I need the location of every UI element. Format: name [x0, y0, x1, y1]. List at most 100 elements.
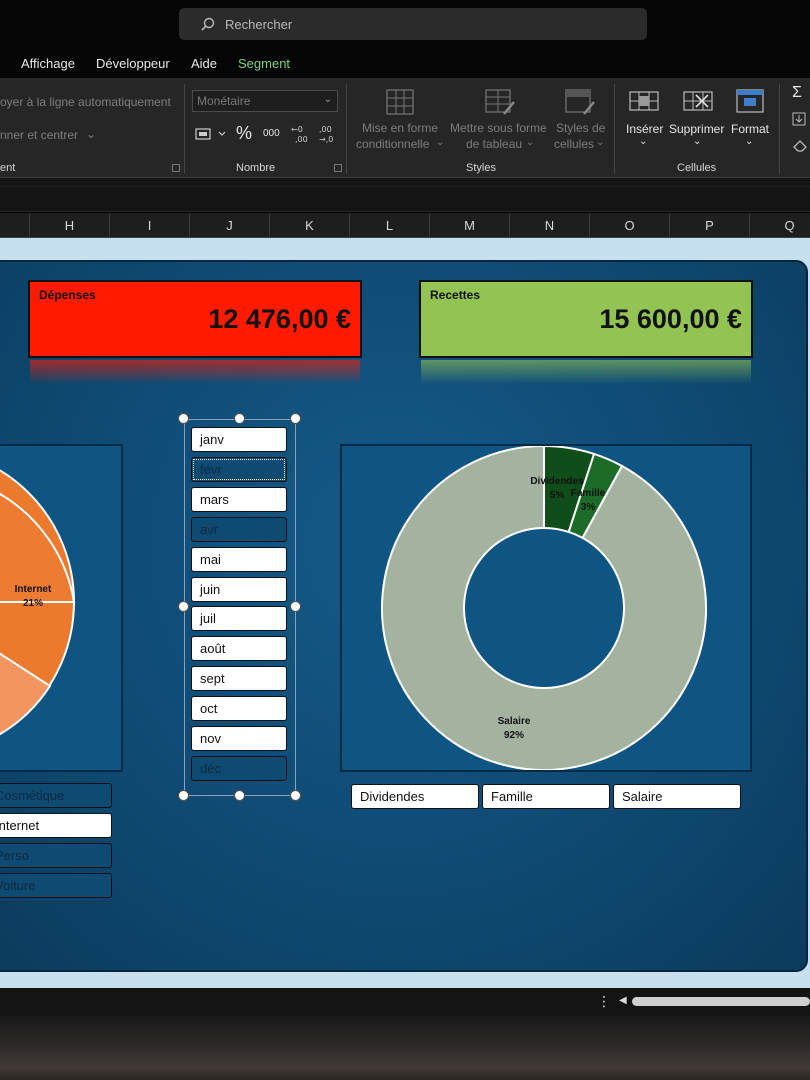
slicer-item-income-categories[interactable]: Salaire	[613, 784, 741, 809]
chevron-down-icon[interactable]: ⌄	[745, 136, 753, 147]
menu-developpeur[interactable]: Développeur	[96, 56, 170, 71]
cell-styles-line2: cellules	[554, 137, 595, 151]
format-as-table-icon	[485, 89, 515, 115]
slicer-item-expense-categories[interactable]: Cosmétique	[0, 783, 112, 808]
expense-pie-chart[interactable]: Internet 21%	[0, 444, 123, 772]
menu-aide[interactable]: Aide	[191, 56, 217, 71]
column-header[interactable]: M	[430, 213, 510, 238]
scroll-left-icon[interactable]: ◀	[619, 995, 627, 1006]
worksheet[interactable]: Dépenses 12 476,00 € Recettes 15 600,00 …	[0, 238, 810, 988]
more-options-icon[interactable]: ⋮	[597, 993, 611, 1010]
autosum-icon[interactable]: Σ	[792, 84, 802, 102]
resize-handle[interactable]	[178, 601, 189, 612]
format-button[interactable]: Format	[731, 122, 769, 136]
alignment-launcher-icon[interactable]	[172, 164, 180, 172]
resize-handle[interactable]	[290, 413, 301, 424]
formula-bar[interactable]	[0, 178, 810, 212]
slicer-item-months[interactable]: juil	[191, 606, 287, 632]
wrap-text-button[interactable]: oyer à la ligne automatiquement	[0, 95, 171, 109]
kpi-reflection	[30, 360, 360, 384]
slicer-item-months[interactable]: janv	[191, 427, 287, 452]
clear-icon[interactable]	[792, 138, 808, 152]
resize-handle[interactable]	[290, 601, 301, 612]
slicer-item-months[interactable]: oct	[191, 696, 287, 722]
slicer-item-months[interactable]: avr	[191, 516, 287, 542]
svg-text:,00: ,00	[295, 135, 308, 144]
menu-bar: Affichage Développeur Aide Segment	[0, 48, 810, 78]
column-header[interactable]: O	[590, 213, 670, 238]
chevron-down-icon: ⌄	[526, 137, 535, 148]
slicer-item-expense-categories[interactable]: Perso	[0, 843, 112, 868]
kpi-depenses-card[interactable]: Dépenses 12 476,00 €	[28, 280, 362, 358]
merge-dropdown-icon[interactable]: ⌄	[86, 127, 96, 141]
doughnut-pct-salaire: 92%	[504, 730, 524, 741]
column-header[interactable]: Q	[750, 213, 810, 238]
chevron-down-icon[interactable]: ⌄	[693, 136, 701, 147]
income-doughnut-chart[interactable]: Dividendes 5% Famille 3% Salaire 92%	[340, 444, 752, 772]
group-alignement-label: ent	[0, 162, 16, 174]
column-header[interactable]: K	[270, 213, 350, 238]
chevron-down-icon[interactable]: ⌄	[639, 136, 647, 147]
resize-handle[interactable]	[178, 790, 189, 801]
table-format-line2: de tableau	[466, 137, 523, 151]
column-header[interactable]: P	[670, 213, 750, 238]
cell-styles-icon	[565, 89, 595, 115]
search-placeholder: Rechercher	[225, 16, 293, 32]
slicer-item-expense-categories[interactable]: Internet	[0, 813, 112, 838]
svg-text:←0: ←0	[291, 125, 303, 134]
slicer-item-months[interactable]: juin	[191, 576, 287, 602]
column-header[interactable]: H	[30, 213, 110, 238]
slicer-item-months[interactable]: févr	[191, 456, 287, 482]
kpi-recettes-card[interactable]: Recettes 15 600,00 €	[419, 280, 753, 358]
slicer-item-months[interactable]: sept	[191, 666, 287, 692]
group-cellules-label: Cellules	[677, 162, 717, 174]
accounting-format-icon[interactable]	[195, 126, 231, 142]
column-header[interactable]: J	[190, 213, 270, 238]
column-header[interactable]: L	[350, 213, 430, 238]
thousands-separator-icon[interactable]: 000	[263, 128, 280, 139]
slicer-item-income-categories[interactable]: Famille	[482, 784, 610, 809]
horizontal-scrollbar[interactable]	[632, 997, 810, 1006]
slicer-item-months[interactable]: nov	[191, 726, 287, 751]
menu-affichage[interactable]: Affichage	[21, 56, 75, 71]
search-box[interactable]: Rechercher	[179, 8, 647, 40]
decrease-decimal-icon[interactable]: ,00→,0	[316, 124, 338, 144]
insert-button[interactable]: Insérer	[626, 122, 663, 136]
merge-center-button[interactable]: nner et centrer	[0, 128, 78, 142]
ribbon-separator	[614, 84, 615, 174]
slicer-item-months[interactable]: mai	[191, 546, 287, 572]
kpi-depenses-label: Dépenses	[39, 288, 96, 302]
slicer-item-months[interactable]: août	[191, 636, 287, 662]
column-header[interactable]: N	[510, 213, 590, 238]
ribbon-separator	[346, 84, 347, 174]
expense-pie-svg: Internet 21%	[0, 469, 76, 736]
table-format-line1: Mettre sous forme	[450, 121, 547, 135]
slicer-item-months[interactable]: mars	[191, 486, 287, 512]
percent-icon[interactable]: %	[236, 123, 252, 144]
delete-button[interactable]: Supprimer	[669, 122, 724, 136]
delete-cells-icon	[683, 91, 713, 111]
number-launcher-icon[interactable]	[334, 164, 342, 172]
column-header[interactable]: I	[110, 213, 190, 238]
svg-text:,00: ,00	[319, 125, 332, 134]
column-header[interactable]	[0, 213, 30, 238]
increase-decimal-icon[interactable]: ←0,00	[290, 124, 312, 144]
resize-handle[interactable]	[178, 413, 189, 424]
cond-format-line2: conditionnelle	[356, 137, 430, 151]
number-format-select[interactable]: Monétaire ⌄	[192, 90, 338, 112]
resize-handle[interactable]	[290, 790, 301, 801]
fill-icon[interactable]	[792, 112, 806, 126]
slicer-item-income-categories[interactable]: Dividendes	[351, 784, 479, 809]
resize-handle[interactable]	[234, 790, 245, 801]
menu-segment[interactable]: Segment	[238, 56, 290, 71]
ribbon-separator	[184, 84, 185, 174]
cell-styles-line1: Styles de	[556, 121, 606, 135]
resize-handle[interactable]	[234, 413, 245, 424]
conditional-formatting-icon	[386, 89, 414, 115]
svg-text:→,0: →,0	[319, 135, 333, 144]
slicer-item-expense-categories[interactable]: Voiture	[0, 873, 112, 898]
format-cells-icon	[736, 89, 764, 113]
group-nombre-label: Nombre	[236, 162, 276, 174]
kpi-recettes-value: 15 600,00 €	[599, 304, 742, 334]
slicer-item-months[interactable]: déc	[191, 755, 287, 781]
